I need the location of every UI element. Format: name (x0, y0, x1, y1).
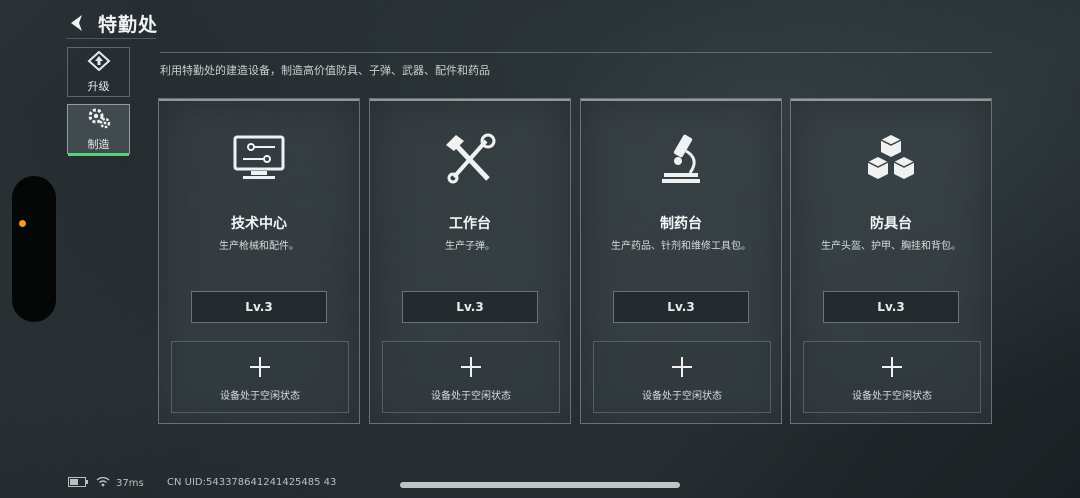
page-subtitle: 利用特勤处的建造设备，制造高价值防具、子弹、武器、配件和药品 (160, 64, 490, 77)
plus-icon (383, 356, 559, 378)
battery-icon (68, 476, 88, 490)
back-arrow-icon[interactable] (66, 12, 88, 34)
station-card-armor[interactable]: 防具台 生产头盔、护甲、胸挂和背包。 Lv.3 设备处于空闲状态 (790, 98, 992, 424)
level-badge: Lv.3 (613, 291, 749, 323)
station-desc: 生产药品、针剂和维修工具包。 (611, 241, 751, 252)
hammer-wrench-icon (370, 133, 570, 185)
plus-icon (594, 356, 770, 378)
craft-slot[interactable]: 设备处于空闲状态 (382, 341, 560, 413)
upgrade-icon (87, 50, 111, 75)
divider (160, 52, 992, 53)
station-card-workbench[interactable]: 工作台 生产子弹。 Lv.3 设备处于空闲状态 (369, 98, 571, 424)
page-title: 特勤处 (98, 13, 159, 36)
plus-icon (172, 356, 348, 378)
uid-text: CN UID:543378641241425485 43 (167, 477, 337, 488)
station-desc: 生产枪械和配件。 (219, 241, 299, 252)
slot-status: 设备处于空闲状态 (431, 391, 511, 402)
station-name: 技术中心 (231, 216, 287, 232)
slot-status: 设备处于空闲状态 (220, 391, 300, 402)
tab-craft[interactable]: 制造 (67, 104, 130, 156)
slot-status: 设备处于空闲状态 (852, 391, 932, 402)
tab-label: 升级 (87, 79, 110, 93)
craft-slot[interactable]: 设备处于空闲状态 (171, 341, 349, 413)
station-name: 防具台 (870, 216, 912, 232)
station-desc: 生产头盔、护甲、胸挂和背包。 (821, 241, 961, 252)
plus-icon (804, 356, 980, 378)
craft-slot[interactable]: 设备处于空闲状态 (803, 341, 981, 413)
station-name: 制药台 (660, 216, 702, 232)
wifi-icon (96, 476, 110, 490)
craft-slot[interactable]: 设备处于空闲状态 (593, 341, 771, 413)
level-badge: Lv.3 (823, 291, 959, 323)
tab-label: 制造 (87, 137, 110, 151)
station-card-tech-center[interactable]: 技术中心 生产枪械和配件。 Lv.3 设备处于空闲状态 (158, 98, 360, 424)
slot-status: 设备处于空闲状态 (642, 391, 722, 402)
side-handle[interactable] (12, 176, 56, 322)
ping-text: 37ms (116, 477, 144, 489)
notice-dot (19, 220, 26, 227)
status-bar: 37ms (68, 476, 144, 490)
station-desc: 生产子弹。 (445, 241, 495, 252)
microscope-icon (581, 133, 781, 185)
home-indicator[interactable] (400, 482, 680, 488)
tab-upgrade[interactable]: 升级 (67, 47, 130, 97)
header: 特勤处 (66, 8, 158, 38)
boxes-icon (791, 133, 991, 185)
level-badge: Lv.3 (402, 291, 538, 323)
gears-icon (87, 107, 111, 133)
level-badge: Lv.3 (191, 291, 327, 323)
divider (66, 38, 156, 39)
station-name: 工作台 (449, 216, 491, 232)
station-card-pharmacy[interactable]: 制药台 生产药品、针剂和维修工具包。 Lv.3 设备处于空闲状态 (580, 98, 782, 424)
monitor-icon (159, 133, 359, 185)
